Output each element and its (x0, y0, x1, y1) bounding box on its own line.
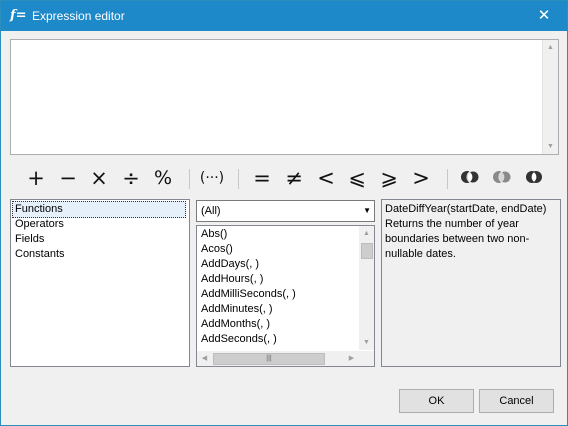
scroll-down-icon[interactable]: ▼ (543, 139, 558, 154)
list-item[interactable]: Acos() (201, 242, 233, 257)
group-button[interactable]: (···) (199, 164, 225, 192)
expression-scrollbar[interactable]: ▲ ▼ (542, 40, 558, 154)
list-item[interactable]: AddSeconds(, ) (201, 332, 277, 347)
function-editor-icon: f= (10, 8, 27, 23)
filter-value: (All) (201, 205, 221, 217)
scroll-left-icon[interactable]: ◀ (197, 351, 212, 366)
cancel-button[interactable]: Cancel (479, 389, 554, 413)
function-list-vscrollbar[interactable]: ▲ ▼ (359, 226, 374, 350)
minus-button[interactable]: − (55, 164, 81, 192)
and-icon[interactable] (460, 170, 480, 184)
scrollbar-corner (359, 351, 374, 366)
not-equals-button[interactable]: ≠ (281, 164, 307, 192)
not-icon[interactable] (524, 170, 544, 184)
list-item[interactable]: AddHours(, ) (201, 272, 263, 287)
function-description: Returns the number of year boundaries be… (385, 218, 530, 260)
multiply-button[interactable]: × (86, 164, 112, 192)
scroll-thumb[interactable] (361, 243, 373, 259)
function-signature: DateDiffYear(startDate, endDate) (385, 203, 547, 215)
scroll-thumb[interactable]: ||| (213, 353, 325, 365)
or-icon[interactable] (492, 170, 512, 184)
function-list[interactable]: Abs() Acos() AddDays(, ) AddHours(, ) Ad… (196, 225, 375, 367)
scroll-up-icon[interactable]: ▲ (359, 226, 374, 241)
list-item[interactable]: AddDays(, ) (201, 257, 259, 272)
list-item[interactable]: Operators (13, 217, 64, 232)
divide-button[interactable]: ÷ (118, 164, 144, 192)
greater-equal-button[interactable]: ⩾ (376, 164, 402, 192)
list-item[interactable]: AddMilliSeconds(, ) (201, 287, 296, 302)
description-panel: DateDiffYear(startDate, endDate) Returns… (381, 199, 561, 367)
plus-button[interactable]: + (23, 164, 49, 192)
toolbar-separator (447, 169, 448, 189)
list-item[interactable]: Fields (13, 232, 44, 247)
less-equal-button[interactable]: ⩽ (344, 164, 370, 192)
filter-dropdown[interactable]: (All) ▼ (196, 200, 375, 222)
scroll-down-icon[interactable]: ▼ (359, 335, 374, 350)
window-title: Expression editor (32, 9, 125, 23)
description-text: DateDiffYear(startDate, endDate) Returns… (385, 202, 555, 262)
scroll-up-icon[interactable]: ▲ (543, 40, 558, 55)
title-bar: f= Expression editor ✕ (1, 1, 567, 31)
scroll-right-icon[interactable]: ▶ (344, 351, 359, 366)
chevron-down-icon[interactable]: ▼ (363, 204, 371, 218)
list-item[interactable]: Constants (13, 247, 65, 262)
list-item[interactable]: AddMinutes(, ) (201, 302, 273, 317)
modulo-button[interactable]: % (150, 164, 176, 192)
expression-editor-window: f= Expression editor ✕ ▲ ▼ + − × ÷ % (··… (0, 0, 568, 426)
toolbar-separator (189, 169, 190, 189)
ok-button[interactable]: OK (399, 389, 474, 413)
toolbar-separator (238, 169, 239, 189)
close-button[interactable]: ✕ (521, 1, 567, 31)
category-list[interactable]: Functions Operators Fields Constants (10, 199, 190, 367)
less-than-button[interactable]: < (313, 164, 339, 192)
equals-button[interactable]: = (249, 164, 275, 192)
greater-than-button[interactable]: > (408, 164, 434, 192)
expression-input[interactable]: ▲ ▼ (10, 39, 559, 155)
function-list-hscrollbar[interactable]: ◀ ||| ▶ (197, 351, 359, 366)
list-item[interactable]: Abs() (201, 227, 227, 242)
list-item[interactable]: AddMonths(, ) (201, 317, 270, 332)
list-item[interactable]: Functions (12, 201, 186, 218)
